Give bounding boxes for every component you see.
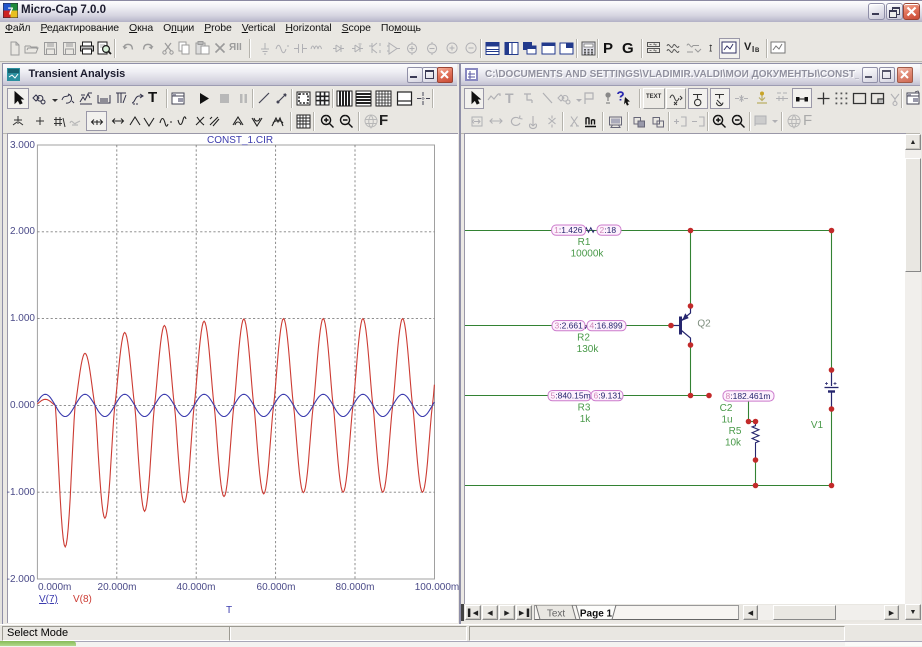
svg-text:7: 7 <box>8 7 14 18</box>
svg-text:8:182.461m: 8:182.461m <box>726 391 771 401</box>
svg-text:C2: C2 <box>720 403 733 414</box>
svg-text:R1: R1 <box>578 237 591 248</box>
svg-text:1k: 1k <box>580 414 592 425</box>
svg-text:R3: R3 <box>578 403 591 414</box>
svg-text:1:1.426: 1:1.426 <box>554 225 583 235</box>
svg-text:1u: 1u <box>721 415 732 426</box>
svg-text:R2: R2 <box>577 333 590 344</box>
svg-text:6:9.131: 6:9.131 <box>594 391 623 401</box>
svg-text:4:16.899: 4:16.899 <box>590 321 623 331</box>
svg-text:2:18: 2:18 <box>600 225 617 235</box>
svg-text:Q2: Q2 <box>697 319 711 330</box>
svg-text:V1: V1 <box>811 420 824 431</box>
svg-text:130k: 130k <box>577 344 600 355</box>
svg-text:Page 1: Page 1 <box>580 609 613 620</box>
svg-text:3:2.661: 3:2.661 <box>555 321 584 331</box>
svg-text:5:840.15m: 5:840.15m <box>551 391 591 401</box>
svg-text:10k: 10k <box>725 438 742 449</box>
svg-text:10000k: 10000k <box>571 249 605 260</box>
svg-text:R5: R5 <box>729 426 742 437</box>
svg-text:Text: Text <box>547 609 566 620</box>
